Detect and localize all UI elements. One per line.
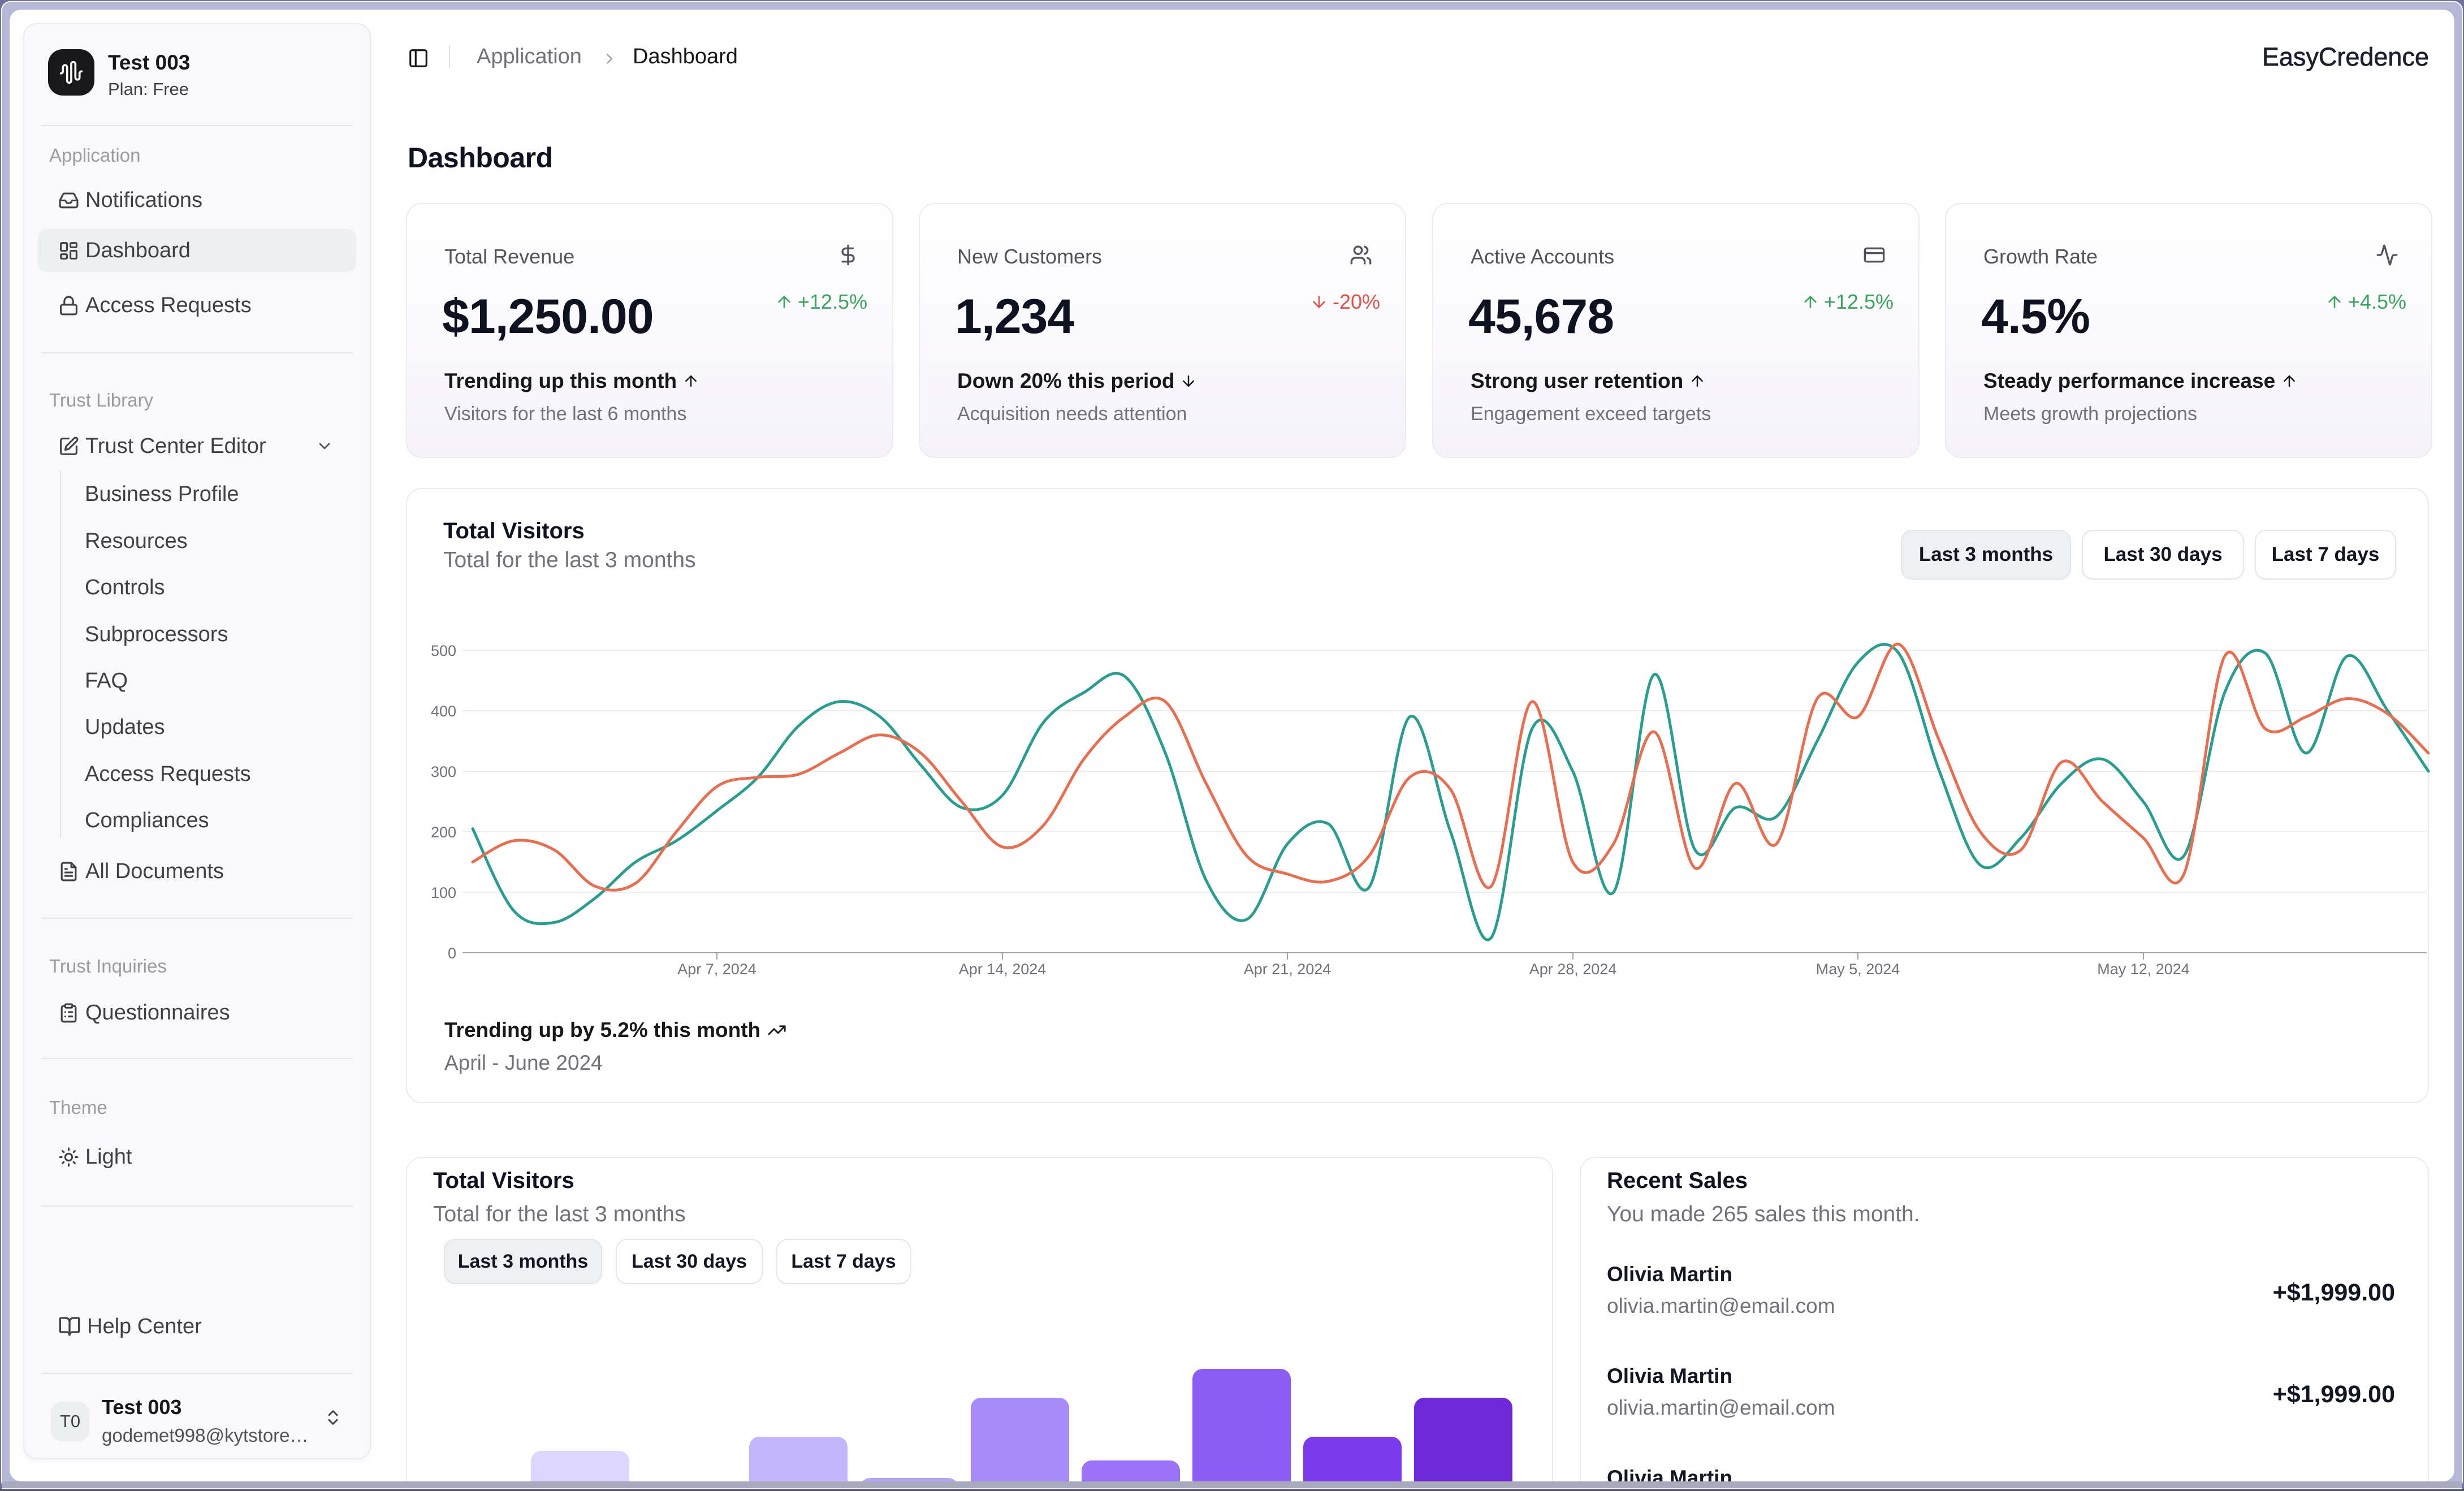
svg-text:300: 300 (431, 763, 456, 780)
svg-text:400: 400 (431, 703, 456, 720)
svg-text:100: 100 (431, 884, 456, 901)
svg-text:Apr 7, 2024: Apr 7, 2024 (677, 961, 757, 978)
svg-text:500: 500 (431, 642, 456, 659)
svg-text:Apr 21, 2024: Apr 21, 2024 (1244, 961, 1332, 978)
svg-text:May 12, 2024: May 12, 2024 (2097, 961, 2190, 978)
svg-text:Apr 14, 2024: Apr 14, 2024 (959, 961, 1047, 978)
svg-text:0: 0 (448, 945, 456, 962)
svg-text:200: 200 (431, 824, 456, 841)
svg-text:May 5, 2024: May 5, 2024 (1816, 961, 1900, 978)
svg-text:Apr 28, 2024: Apr 28, 2024 (1529, 961, 1617, 978)
